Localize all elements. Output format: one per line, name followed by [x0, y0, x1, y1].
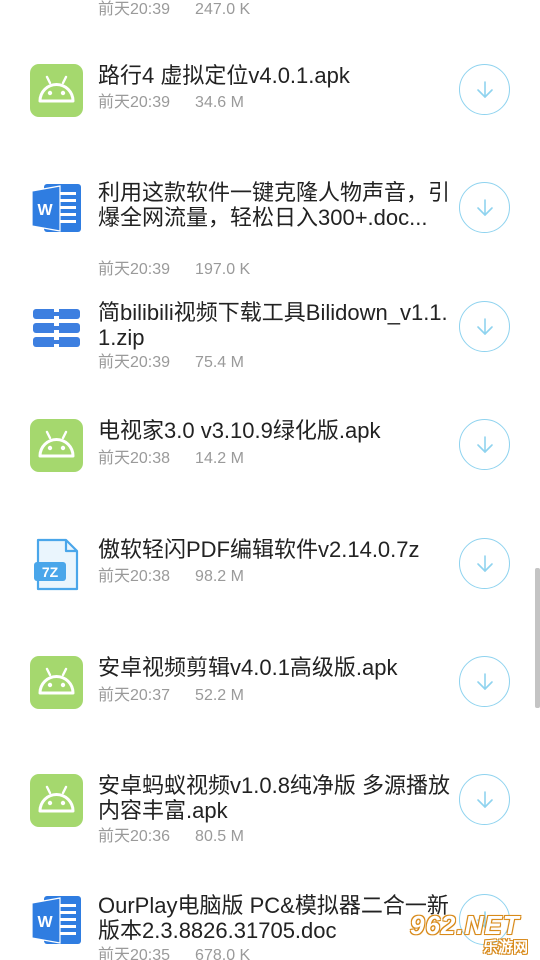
file-size: 34.6 M: [195, 94, 244, 111]
file-meta: 前天20:36 80.5 M: [98, 827, 244, 847]
word-doc-icon: W: [30, 182, 83, 235]
file-meta: 前天20:38 14.2 M: [98, 449, 244, 469]
file-name: 安卓视频剪辑v4.0.1高级版.apk: [98, 655, 398, 680]
file-list: 前天20:39 247.0 K 路行4 虚拟定位v4.0.1.apk 前天20:3…: [0, 0, 540, 960]
file-meta: 前天20:38 98.2 M: [98, 567, 244, 587]
download-arrow-icon: [476, 672, 493, 690]
download-button[interactable]: [459, 64, 510, 115]
file-time: 前天20:35: [98, 947, 171, 960]
file-time: 前天20:39: [98, 354, 171, 371]
file-meta: 前天20:39 247.0 K: [98, 0, 250, 20]
file-name: 利用这款软件一键克隆人物声音，引爆全网流量，轻松日入300+.doc...: [98, 180, 451, 230]
file-size: 98.2 M: [195, 568, 244, 585]
file-size: 52.2 M: [195, 687, 244, 704]
download-button[interactable]: [459, 774, 510, 825]
file-row[interactable]: 简bilibili视频下载工具Bilidown_v1.1.1.zip 前天20:…: [0, 297, 540, 377]
watermark-site-name: 乐游网: [482, 939, 528, 956]
7z-archive-icon: 7Z: [30, 538, 83, 591]
file-row[interactable]: 电视家3.0 v3.10.9绿化版.apk 前天20:38 14.2 M: [0, 415, 540, 475]
file-size: 75.4 M: [195, 354, 244, 371]
word-badge: W: [37, 202, 53, 219]
file-meta: 前天20:37 52.2 M: [98, 686, 244, 706]
file-size: 678.0 K: [195, 947, 251, 960]
download-arrow-icon: [476, 790, 493, 808]
download-arrow-icon: [476, 554, 493, 572]
file-time: 前天20:36: [98, 828, 171, 845]
file-time: 前天20:39: [98, 94, 171, 111]
file-time: 前天20:37: [98, 687, 171, 704]
file-size: 197.0 K: [195, 261, 251, 278]
download-button[interactable]: [459, 301, 510, 352]
file-name: 路行4 虚拟定位v4.0.1.apk: [98, 63, 350, 88]
file-meta: 前天20:35 678.0 K: [98, 946, 250, 960]
download-button[interactable]: [459, 419, 510, 470]
file-name: 安卓蚂蚁视频v1.0.8纯净版 多源播放内容丰富.apk: [98, 773, 451, 823]
file-row[interactable]: W 利用这款软件一键克隆人物声音，引爆全网流量，轻松日入300+.doc... …: [0, 178, 540, 283]
file-name: 简bilibili视频下载工具Bilidown_v1.1.1.zip: [98, 300, 448, 350]
7z-badge: 7Z: [42, 564, 59, 580]
download-button[interactable]: [459, 538, 510, 589]
android-icon: [30, 774, 83, 827]
download-arrow-icon: [476, 198, 493, 216]
file-meta: 前天20:39 34.6 M: [98, 93, 244, 113]
file-size: 14.2 M: [195, 450, 244, 467]
file-time: 前天20:39: [98, 1, 171, 18]
download-arrow-icon: [476, 80, 493, 98]
site-watermark: 962.NET 乐游网: [402, 910, 534, 958]
file-time: 前天20:38: [98, 568, 171, 585]
file-row[interactable]: 安卓蚂蚁视频v1.0.8纯净版 多源播放内容丰富.apk 前天20:36 80.5…: [0, 770, 540, 850]
download-arrow-icon: [476, 317, 493, 335]
file-size: 247.0 K: [195, 1, 251, 18]
zip-archive-icon: [30, 301, 83, 354]
file-time: 前天20:38: [98, 450, 171, 467]
word-doc-icon: W: [30, 894, 83, 947]
file-row[interactable]: 7Z 傲软轻闪PDF编辑软件v2.14.0.7z 前天20:38 98.2 M: [0, 534, 540, 594]
file-meta: 前天20:39 197.0 K: [98, 260, 250, 280]
scrollbar-thumb[interactable]: [535, 568, 540, 708]
file-meta: 前天20:39 75.4 M: [98, 353, 244, 373]
file-name: 傲软轻闪PDF编辑软件v2.14.0.7z: [98, 537, 420, 562]
word-badge: W: [37, 914, 53, 931]
file-row[interactable]: 安卓视频剪辑v4.0.1高级版.apk 前天20:37 52.2 M: [0, 652, 540, 712]
android-icon: [30, 419, 83, 472]
file-name: 电视家3.0 v3.10.9绿化版.apk: [98, 418, 381, 443]
android-icon: [30, 656, 83, 709]
file-row[interactable]: 路行4 虚拟定位v4.0.1.apk 前天20:39 34.6 M: [0, 60, 540, 120]
file-size: 80.5 M: [195, 828, 244, 845]
android-icon: [30, 64, 83, 117]
download-button[interactable]: [459, 182, 510, 233]
download-arrow-icon: [476, 435, 493, 453]
file-time: 前天20:39: [98, 261, 171, 278]
file-row[interactable]: 前天20:39 247.0 K: [0, 0, 540, 30]
download-button[interactable]: [459, 656, 510, 707]
